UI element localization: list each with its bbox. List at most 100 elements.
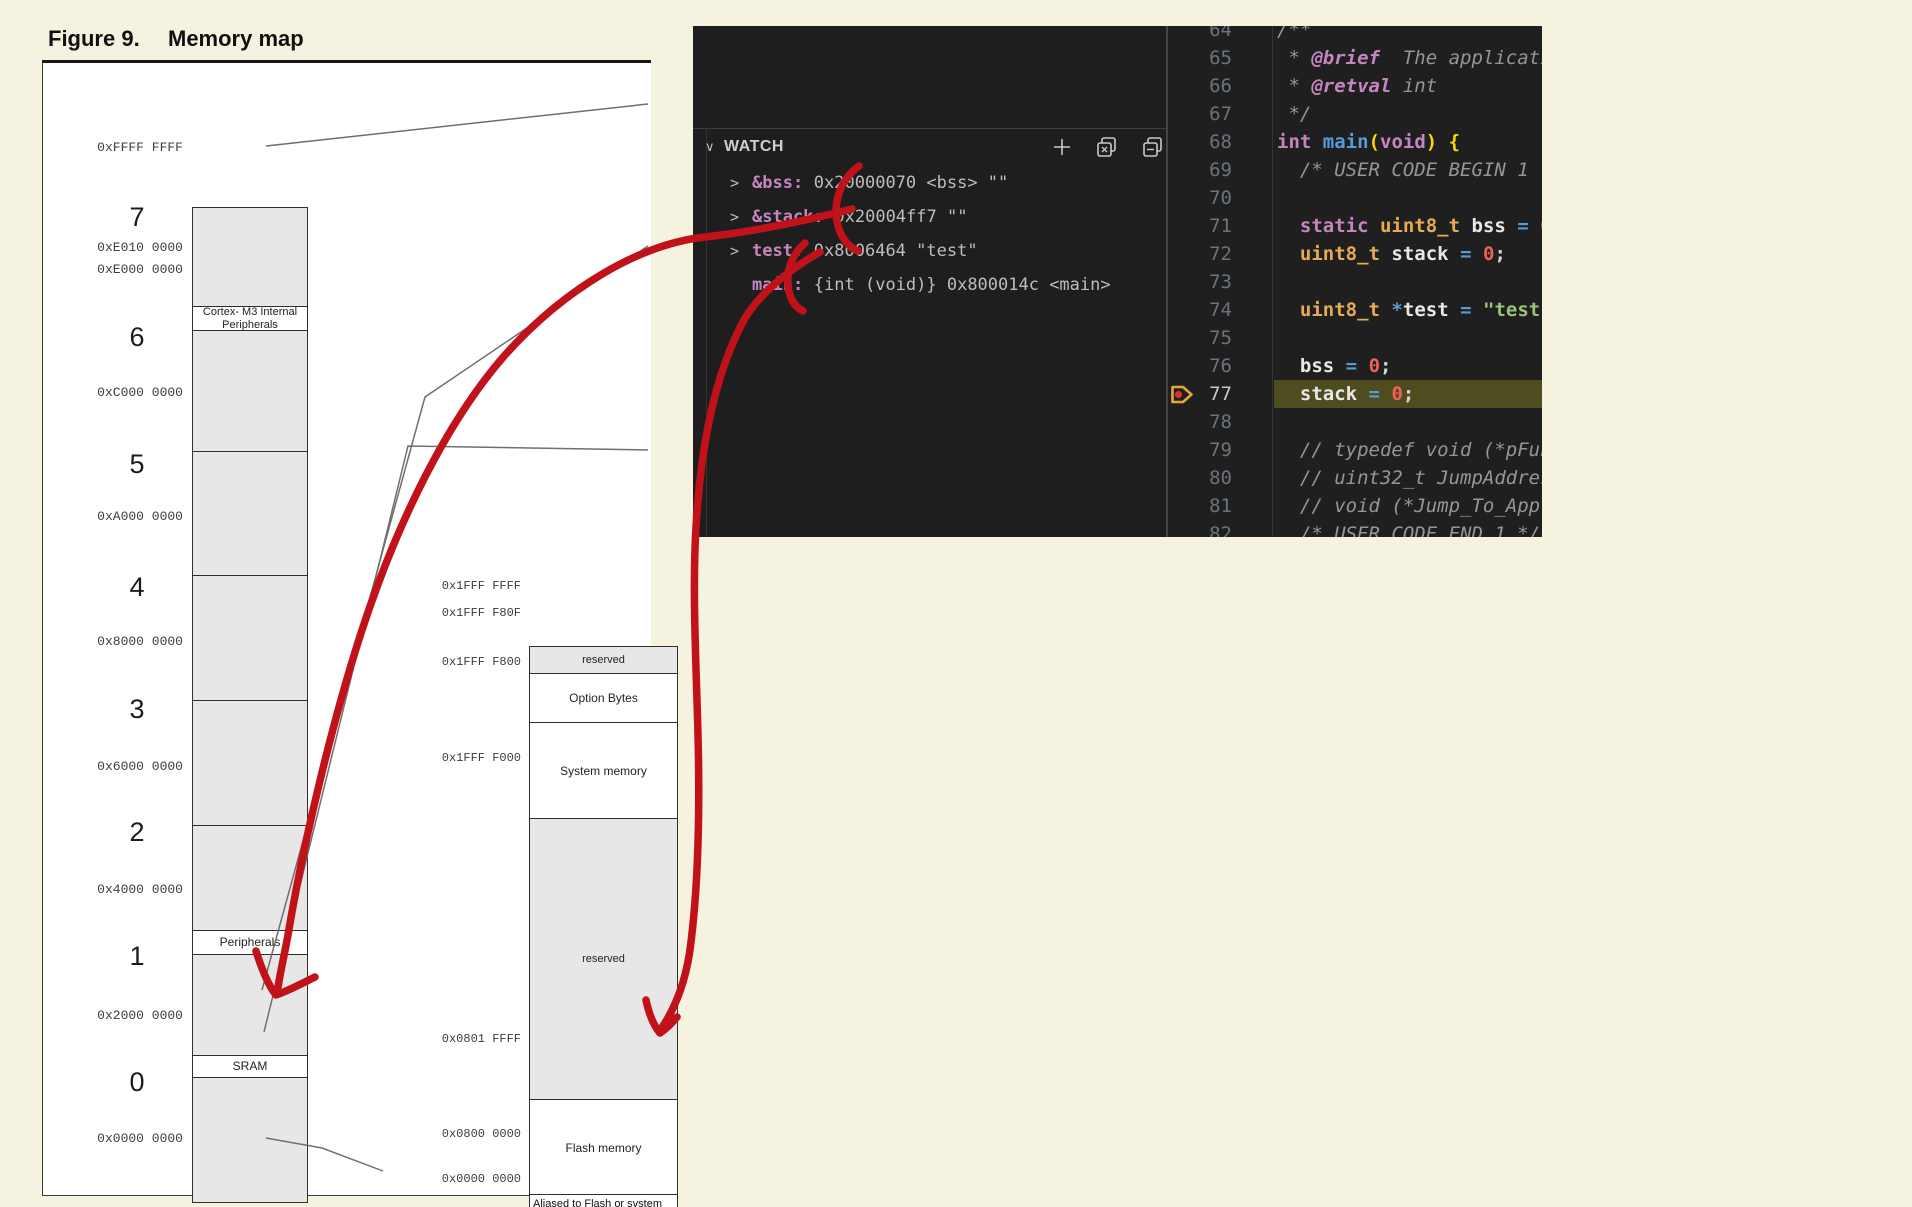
watch-item-test[interactable]: > test: 0x8006464 "test" <box>693 236 1163 266</box>
watch-item-name: &stack: <box>752 207 834 227</box>
address-label: 0x0000 0000 <box>97 1131 183 1146</box>
detail-address-label: 0x0000 0000 <box>441 1172 521 1186</box>
region-label: Flash memory <box>565 1140 642 1155</box>
code-text: * @brief The application entry point. <box>1277 47 1542 69</box>
expand-chevron-icon[interactable]: > <box>730 236 739 266</box>
memory-map-main-column: Cortex- M3 Internal Peripherals Peripher… <box>192 207 308 1203</box>
region-label: System memory <box>560 763 647 778</box>
code-line-64[interactable]: 64 /** <box>1168 26 1542 44</box>
block-number: 1 <box>129 941 145 971</box>
line-number[interactable]: 67 <box>1168 100 1232 128</box>
line-number[interactable]: 65 <box>1168 44 1232 72</box>
add-expression-icon[interactable] <box>1051 136 1073 158</box>
remove-all-expressions-icon[interactable] <box>1095 136 1119 158</box>
figure-title: Memory map <box>168 26 304 51</box>
debug-current-line-breakpoint-icon[interactable] <box>1170 384 1196 405</box>
block-number: 0 <box>129 1067 145 1097</box>
detail-region-system-memory: System memory <box>530 723 677 819</box>
line-number[interactable]: 71 <box>1168 212 1232 240</box>
code-line-78[interactable]: 78 <box>1168 408 1542 436</box>
code-text: uint8_t *test = "test"; <box>1299 299 1542 321</box>
code-line-80[interactable]: 80 // uint32_t JumpAddress; <box>1168 464 1542 492</box>
code-line-81[interactable]: 81 // void (*Jump_To_Application)(); <box>1168 492 1542 520</box>
block-number: 7 <box>129 202 145 232</box>
code-line-70[interactable]: 70 <box>1168 184 1542 212</box>
line-number[interactable]: 74 <box>1168 296 1232 324</box>
code-line-67[interactable]: 67 */ <box>1168 100 1542 128</box>
address-label: 0xE000 0000 <box>97 262 183 277</box>
code-text: stack = 0; <box>1299 383 1415 405</box>
line-number[interactable]: 69 <box>1168 156 1232 184</box>
detail-address-label: 0x0800 0000 <box>441 1127 521 1141</box>
watch-item-value: 0x20004ff7 "" <box>834 207 968 227</box>
watch-item-name: test: <box>752 241 814 261</box>
line-number[interactable]: 64 <box>1168 26 1232 44</box>
detail-address-label: 0x1FFF F80F <box>441 606 521 620</box>
code-editor[interactable]: 64 /** 65 * @brief The application entry p… <box>1166 26 1542 537</box>
code-line-72[interactable]: 72 uint8_t stack = 0; <box>1168 240 1542 268</box>
line-number[interactable]: 78 <box>1168 408 1232 436</box>
line-number[interactable]: 75 <box>1168 324 1232 352</box>
line-number[interactable]: 73 <box>1168 268 1232 296</box>
detail-address-label: 0x1FFF F000 <box>441 751 521 765</box>
code-text: /* USER CODE END 1 */ <box>1277 523 1541 537</box>
watch-item-name: main: <box>752 275 814 295</box>
region-label: Peripherals <box>219 934 281 949</box>
line-number[interactable]: 79 <box>1168 436 1232 464</box>
code-line-77[interactable]: 77 stack = 0; <box>1168 380 1542 408</box>
memory-map-figure: Cortex- M3 Internal Peripherals Peripher… <box>42 60 678 1207</box>
code-line-68[interactable]: 68 int main(void) { <box>1168 128 1542 156</box>
line-number[interactable]: 81 <box>1168 492 1232 520</box>
chevron-down-icon[interactable]: ∨ <box>705 139 715 155</box>
region-cortex-m3-peripherals: Cortex- M3 Internal Peripherals <box>193 306 307 331</box>
detail-region-flash-memory: Flash memory <box>530 1100 677 1195</box>
expand-chevron-icon[interactable]: > <box>730 168 739 198</box>
line-number[interactable]: 72 <box>1168 240 1232 268</box>
line-number[interactable]: 82 <box>1168 520 1232 537</box>
watch-toolbar <box>1051 136 1165 158</box>
expand-chevron-icon[interactable]: > <box>730 202 739 232</box>
code-text: // void (*Jump_To_Application)(); <box>1299 495 1542 517</box>
code-line-71[interactable]: 71 static uint8_t bss = 0; <box>1168 212 1542 240</box>
line-number[interactable]: 80 <box>1168 464 1232 492</box>
debugger-panel: ∨ WATCH > &bss: 0x20000070 <bss> "" > &stac… <box>693 26 1542 537</box>
region-peripherals: Peripherals <box>193 930 307 955</box>
aliased-note: Aliased to Flash or system memory depend… <box>529 1194 678 1207</box>
code-line-74[interactable]: 74 uint8_t *test = "test"; <box>1168 296 1542 324</box>
detail-region-reserved: reserved <box>530 819 677 1100</box>
block-number: 4 <box>129 572 145 602</box>
code-line-76[interactable]: 76 bss = 0; <box>1168 352 1542 380</box>
code-line-65[interactable]: 65 * @brief The application entry point. <box>1168 44 1542 72</box>
block-number: 5 <box>129 449 145 479</box>
address-label: 0x4000 0000 <box>97 882 183 897</box>
watch-item-bss[interactable]: > &bss: 0x20000070 <bss> "" <box>693 168 1163 198</box>
code-line-73[interactable]: 73 <box>1168 268 1542 296</box>
code-line-69[interactable]: 69 /* USER CODE BEGIN 1 */ <box>1168 156 1542 184</box>
block-divider <box>193 575 307 576</box>
watch-item-value: 0x8006464 "test" <box>813 241 978 261</box>
code-text: int main(void) { <box>1277 131 1461 153</box>
watch-item-stack[interactable]: > &stack: 0x20004ff7 "" <box>693 202 1163 232</box>
block-number: 3 <box>129 694 145 724</box>
detail-region-reserved-top: reserved <box>530 647 677 674</box>
detail-address-label: 0x0801 FFFF <box>441 1032 521 1046</box>
code-text: bss = 0; <box>1299 355 1392 377</box>
watch-section-header[interactable]: ∨ WATCH <box>705 138 784 156</box>
code-line-75[interactable]: 75 <box>1168 324 1542 352</box>
code-line-79[interactable]: 79 // typedef void (*pFunction)(void); <box>1168 436 1542 464</box>
line-number[interactable]: 70 <box>1168 184 1232 212</box>
block-divider <box>193 700 307 701</box>
watch-panel-separator <box>693 128 1166 129</box>
line-number[interactable]: 66 <box>1168 72 1232 100</box>
block-number: 6 <box>129 322 145 352</box>
line-number[interactable]: 76 <box>1168 352 1232 380</box>
code-text: uint8_t stack = 0; <box>1299 243 1506 265</box>
watch-item-main[interactable]: main: {int (void)} 0x800014c <main> <box>693 270 1163 300</box>
collapse-all-icon[interactable] <box>1141 136 1165 158</box>
figure-number-label: Figure 9. <box>48 26 140 51</box>
region-sram: SRAM <box>193 1055 307 1078</box>
code-line-66[interactable]: 66 * @retval int <box>1168 72 1542 100</box>
code-line-82[interactable]: 82 /* USER CODE END 1 */ <box>1168 520 1542 537</box>
code-text: * @retval int <box>1277 75 1438 97</box>
line-number[interactable]: 68 <box>1168 128 1232 156</box>
